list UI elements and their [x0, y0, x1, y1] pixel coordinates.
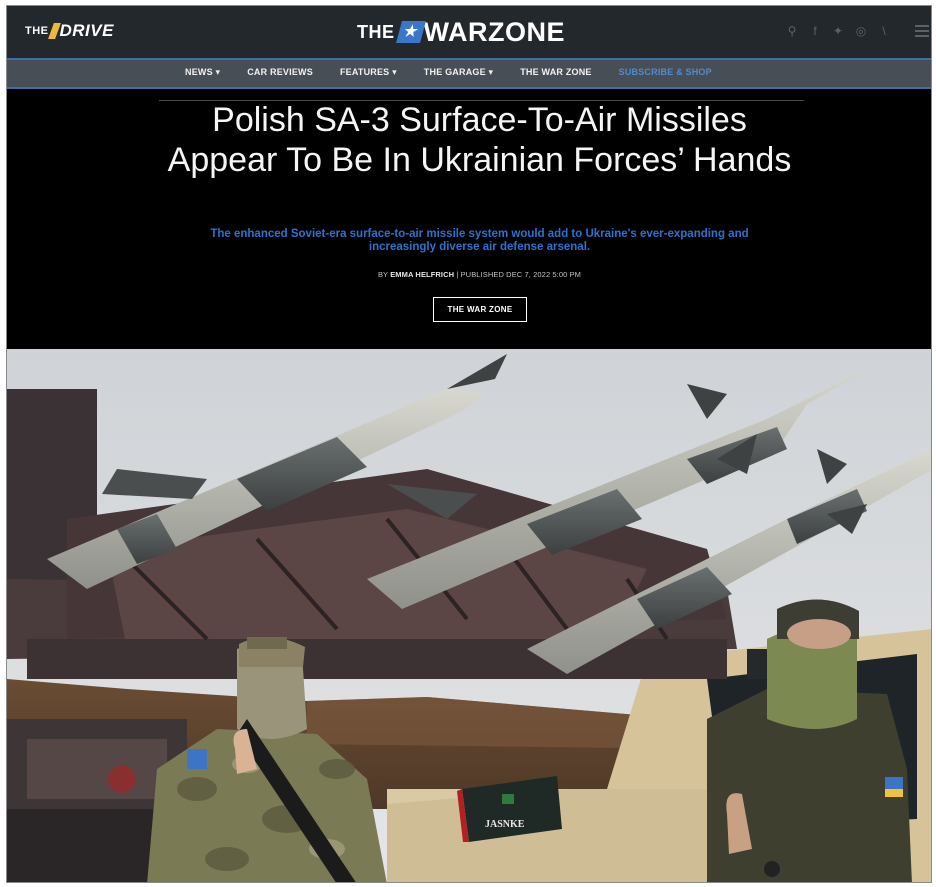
warzone-logo-text: WARZONE [423, 16, 565, 47]
hamburger-menu-icon[interactable] [915, 25, 929, 37]
published-date: PUBLISHED DEC 7, 2022 5:00 PM [460, 270, 582, 279]
rss-icon[interactable]: \ [878, 22, 890, 40]
nav-item-the-garage[interactable]: THE GARAGE ▾ [424, 65, 493, 79]
site-header: THE DRIVE THE ★ WARZONE ⚲ f ✦ ◎ \ [7, 6, 931, 58]
the-drive-logo[interactable]: THE DRIVE [25, 21, 114, 41]
nav-item-subscribe-shop[interactable]: SUBSCRIBE & SHOP [619, 65, 712, 79]
article-subtitle: The enhanced Soviet-era surface-to-air m… [210, 228, 749, 253]
article-headline: Polish SA-3 Surface-To-Air Missiles Appe… [167, 101, 792, 179]
product-box-label: JASNKE [485, 819, 525, 830]
facebook-icon[interactable]: f [809, 22, 821, 40]
twitter-icon[interactable]: ✦ [832, 22, 844, 40]
main-navigation: NEWS ▾ CAR REVIEWS FEATURES ▾ THE GARAGE… [7, 58, 931, 89]
page-frame: THE DRIVE THE ★ WARZONE ⚲ f ✦ ◎ \ NEWS ▾… [6, 5, 932, 883]
nav-item-news[interactable]: NEWS ▾ [185, 65, 220, 79]
search-icon[interactable]: ⚲ [786, 22, 798, 40]
nav-item-features[interactable]: FEATURES ▾ [340, 65, 397, 79]
nav-item-the-war-zone[interactable]: THE WAR ZONE [520, 65, 591, 79]
byline-prefix: BY [377, 270, 389, 279]
nav-item-car-reviews[interactable]: CAR REVIEWS [247, 65, 313, 79]
instagram-icon[interactable]: ◎ [855, 22, 867, 40]
article-byline: BY EMMA HELFRICH | PUBLISHED DEC 7, 2022… [287, 270, 672, 279]
drive-logo-text: DRIVE [59, 21, 114, 40]
the-warzone-logo[interactable]: THE ★ WARZONE [357, 17, 565, 47]
social-icons: ⚲ f ✦ ◎ \ [786, 22, 929, 40]
author-link[interactable]: EMMA HELFRICH [390, 270, 454, 279]
hero-image: JASNKE [7, 349, 931, 882]
warzone-logo-prefix: THE [357, 21, 395, 42]
hero-photo-illustration: JASNKE [7, 349, 931, 882]
drive-logo-prefix: THE [25, 25, 49, 37]
star-icon: ★ [395, 21, 426, 43]
drive-logo-slash-icon [47, 23, 61, 39]
category-tag-button[interactable]: THE WAR ZONE [433, 297, 527, 322]
byline-separator: | [456, 270, 459, 279]
